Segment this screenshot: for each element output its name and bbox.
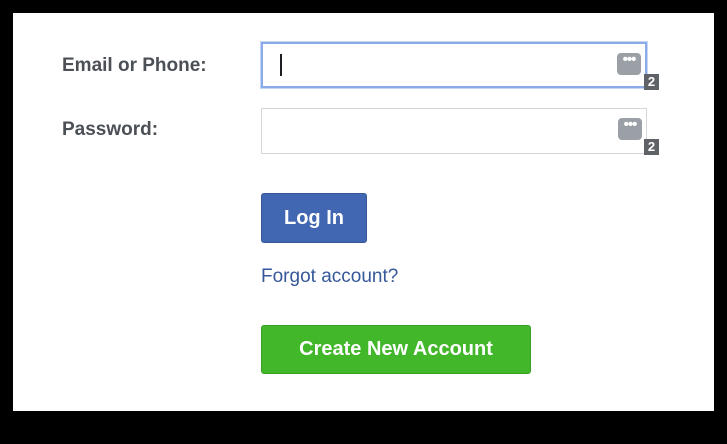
login-panel: Email or Phone: ••• 2 Password: ••• 2 Lo… <box>13 13 714 411</box>
create-account-button[interactable]: Create New Account <box>261 325 531 374</box>
email-field-container[interactable]: ••• 2 <box>261 42 659 90</box>
password-label: Password: <box>62 119 159 140</box>
password-field-container[interactable]: ••• 2 <box>261 108 659 155</box>
saved-credentials-badge: 2 <box>644 139 659 155</box>
login-button[interactable]: Log In <box>261 193 367 243</box>
forgot-account-link[interactable]: Forgot account? <box>261 266 398 288</box>
email-label: Email or Phone: <box>62 55 207 76</box>
email-field[interactable] <box>263 44 593 86</box>
password-field[interactable] <box>262 109 592 153</box>
ellipsis-icon[interactable]: ••• <box>617 52 641 75</box>
ellipsis-icon[interactable]: ••• <box>618 117 642 140</box>
text-cursor <box>280 54 282 76</box>
saved-credentials-badge: 2 <box>644 74 659 90</box>
